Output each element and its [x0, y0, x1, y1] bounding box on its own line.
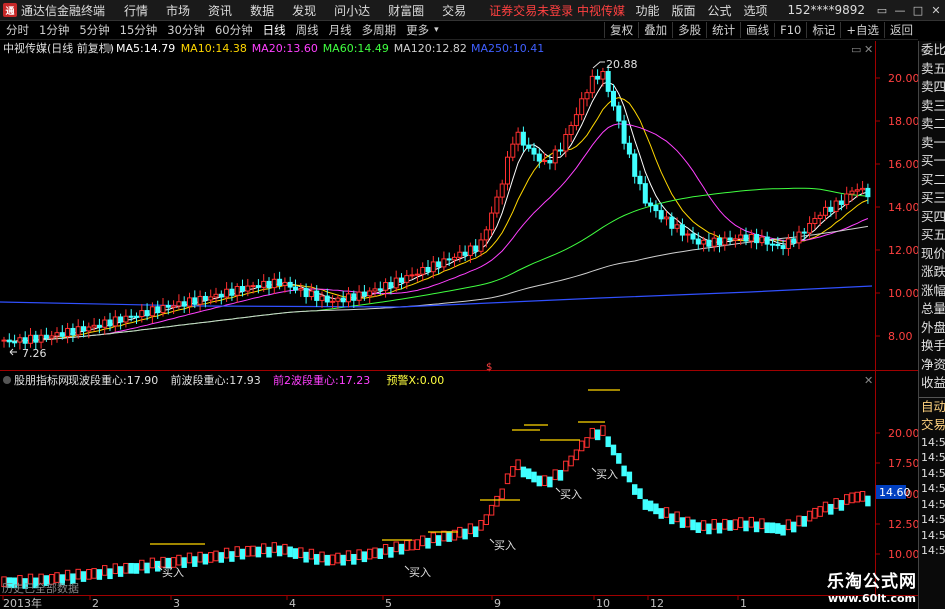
indicator-name: 股朋指标网 — [14, 373, 69, 387]
site-watermark: 乐淘公式网 www.60lt.com — [827, 567, 917, 605]
history-status-text: 历史已全部数据 — [2, 581, 79, 595]
sidebar-item-13: 涨幅 — [921, 282, 945, 298]
stock-label: 中视传媒(日线 前复权) — [3, 41, 114, 55]
ma-legend-item: MA250:10.41 — [471, 42, 544, 55]
x-axis-label: 2013年 — [3, 596, 42, 609]
sidebar-item-4: 卖二 — [921, 116, 945, 131]
main-y-tick: 10.00 — [888, 287, 918, 300]
pane-minimize-icon[interactable]: ▭ — [851, 43, 861, 56]
buy-signal-label: 买入 — [596, 468, 618, 481]
indicator-param: 现波段重心:17.90 — [68, 373, 158, 387]
x-axis-label: 1 — [740, 597, 747, 609]
x-axis-label: 4 — [289, 597, 296, 609]
settings-circle-icon[interactable] — [104, 44, 112, 52]
x-axis-label: 10 — [596, 597, 610, 609]
sidebar-item-1: 卖五 — [921, 60, 945, 76]
x-axis-label: 2 — [92, 597, 99, 609]
sidebar-item-12: 涨跌 — [921, 264, 945, 279]
sidebar-item-22: 14:56 — [921, 451, 945, 464]
kline-chart-area[interactable]: 中视传媒(日线 前复权) MA5:14.79 MA10:14.38 MA20:13.… — [0, 0, 918, 609]
sub-legend: 股朋指标网 现波段重心:17.90 前波段重心:17.93 前2波段重心:17.23… — [3, 373, 444, 387]
main-y-tick: 14.00 — [888, 201, 918, 214]
main-y-axis: 20.00 18.00 16.00 14.00 12.00 10.00 8.00 — [888, 72, 918, 343]
main-y-tick: 16.00 — [888, 158, 918, 171]
sidebar-item-7: 买二 — [921, 171, 945, 187]
indicator-settings-icon[interactable] — [3, 376, 11, 384]
ma-legend-item: MA60:14.49 — [323, 42, 389, 55]
sub-pane-close-icon[interactable]: ✕ — [864, 374, 873, 387]
band-center-lines — [150, 389, 620, 545]
ma-legend-item: MA10:14.38 — [181, 42, 247, 55]
low-pointer-icon — [9, 348, 17, 356]
sidebar-item-21: 14:56 — [921, 435, 945, 449]
sub-y-tick: 20.00 — [888, 427, 918, 440]
sidebar-item-18: 收益 — [921, 375, 945, 390]
sidebar-item-20[interactable]: 交易 — [919, 416, 945, 435]
indicator-param: 预警X:0.00 — [387, 373, 445, 387]
ma-legend-item: MA5:14.79 — [116, 42, 175, 55]
x-axis-label: 12 — [650, 597, 664, 609]
sidebar-item-27: 14:56 — [921, 528, 945, 542]
sidebar-item-26: 14:56 — [921, 513, 945, 526]
sidebar-item-14: 总量 — [921, 301, 945, 316]
sidebar-item-19[interactable]: 自动 — [919, 396, 945, 417]
x-axis-label: 9 — [494, 597, 501, 609]
sub-y-tick: 17.50 — [888, 457, 918, 470]
sidebar-item-11: 现价 — [921, 245, 945, 261]
watermark-url: www.60lt.com — [827, 592, 917, 605]
sidebar-item-5: 卖一 — [921, 134, 945, 150]
buy-signal-label: 买入 — [560, 488, 582, 501]
buy-signal-label: 买入 — [409, 566, 431, 579]
ma-legend-item: MA120:12.82 — [394, 42, 467, 55]
high-price-label: 20.88 — [606, 58, 638, 71]
sidebar-item-23: 14:56 — [921, 466, 945, 480]
indicator-param: 前2波段重心:17.23 — [273, 373, 370, 387]
sidebar-item-15: 外盘 — [921, 319, 945, 335]
band-center-bars — [1, 425, 871, 589]
watermark-title: 乐淘公式网 — [827, 572, 917, 592]
low-price-label: 7.26 — [22, 347, 47, 360]
sidebar-item-9: 买四 — [921, 208, 945, 224]
sub-y-tick: 12.50 — [888, 518, 918, 531]
x-axis-label: 5 — [385, 597, 392, 609]
high-pointer-icon — [592, 61, 605, 69]
sub-y-tick: 10.00 — [888, 548, 918, 561]
main-y-tick: 12.00 — [888, 244, 918, 257]
dividend-marker-icon: $ — [486, 362, 492, 373]
main-legend: 中视传媒(日线 前复权) MA5:14.79 MA10:14.38 MA20:13.… — [3, 41, 544, 55]
time-axis: 2013年 2 3 4 5 9 10 12 1 — [2, 596, 747, 609]
buy-signal-label: 买入 — [162, 566, 184, 579]
sidebar-item-0: 委比 — [921, 42, 945, 57]
indicator-param: 前波段重心:17.93 — [171, 373, 261, 387]
sidebar-item-8: 买三 — [921, 190, 945, 205]
sidebar-item-2: 卖四 — [921, 79, 945, 94]
moving-average-lines — [0, 81, 873, 342]
x-axis-label: 3 — [173, 597, 180, 609]
ma-legend-item: MA20:13.60 — [252, 42, 318, 55]
pane-controls: ▭ ✕ ✕ — [851, 43, 873, 387]
sidebar-item-24: 14:56 — [921, 482, 945, 495]
current-price-value: 14.60 — [879, 486, 911, 499]
current-price-tag: 14.60 — [876, 485, 911, 499]
candlesticks — [1, 64, 871, 350]
sidebar-item-10: 买五 — [921, 227, 945, 242]
buy-signal-label: 买入 — [494, 539, 516, 552]
close-icon[interactable]: ✕ — [927, 1, 945, 19]
sidebar-item-16: 换手 — [921, 338, 945, 353]
sidebar-item-28: 14:56 — [921, 544, 945, 557]
sidebar-item-6: 买一 — [921, 153, 945, 168]
sidebar-item-17: 净资 — [921, 356, 945, 372]
quote-sidebar: 委比卖五卖四卖三卖二卖一买一买二买三买四买五现价涨跌涨幅总量外盘换手净资收益自动… — [918, 41, 945, 609]
sidebar-item-3: 卖三 — [921, 97, 945, 113]
main-y-tick: 20.00 — [888, 72, 918, 85]
main-y-tick: 18.00 — [888, 115, 918, 128]
main-y-tick: 8.00 — [888, 330, 913, 343]
sidebar-item-25: 14:56 — [921, 497, 945, 511]
chart-frame — [0, 41, 918, 596]
pane-close-icon[interactable]: ✕ — [864, 43, 873, 56]
